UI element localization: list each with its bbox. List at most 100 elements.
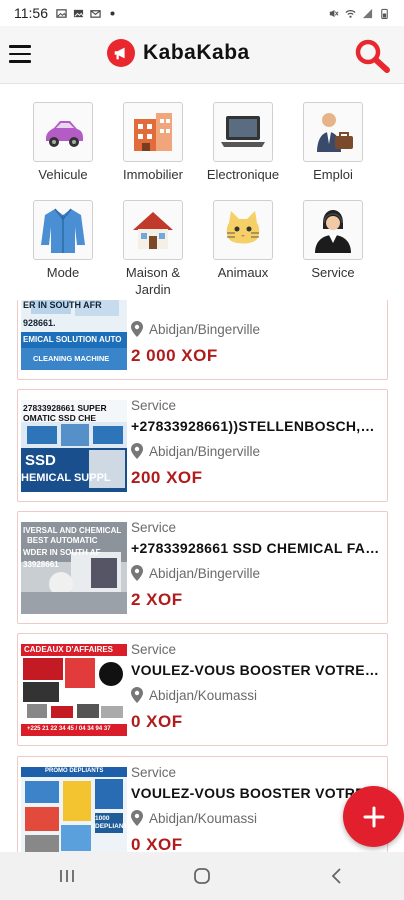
location-label: Abidjan/Koumassi [149, 687, 258, 703]
category-label: Emploi [313, 167, 353, 182]
listing-title: VOULEZ-VOUS BOOSTER VOTRE VIS... [131, 662, 381, 678]
brand: KabaKaba [107, 39, 250, 67]
listing-title: +27833928661))STELLENBOSCH,VI... [131, 418, 381, 434]
category-label: Service [311, 265, 355, 280]
back-icon [331, 868, 341, 884]
listing-card[interactable]: PROMO DEPLIANTS 1000 DEPLIANTS Service V… [17, 756, 388, 852]
location-pin-icon [131, 443, 143, 459]
category-label: Mode [46, 265, 80, 280]
plus-icon [363, 806, 384, 827]
search-icon[interactable] [352, 37, 392, 75]
listing-category: Service [131, 398, 177, 413]
mail-icon [90, 9, 101, 18]
thumb-caption: WDER IN SOUTH AF [23, 548, 101, 557]
listing-location: Abidjan/Bingerville [131, 441, 381, 461]
listing-price: 2 XOF [131, 590, 183, 609]
category-grid: Vehicule Immobilier Electronique Emploi … [0, 85, 404, 300]
image-icon [56, 8, 67, 18]
category-label: Electronique [206, 167, 280, 182]
listing-title: VOULEZ-VOUS BOOSTER VOTRE V... [131, 785, 381, 801]
app-bar: KabaKaba [0, 26, 404, 84]
thumb-caption: BEST AUTOMATIC [27, 536, 98, 545]
dot-icon [110, 10, 115, 16]
listing-card[interactable]: CADEAUX D'AFFAIRES +225 21 22 34 45 / 04… [17, 633, 388, 746]
recent-apps-button[interactable] [37, 856, 97, 896]
thumb-caption: CADEAUX D'AFFAIRES [24, 645, 114, 654]
category-animaux[interactable]: Animaux [200, 200, 286, 281]
location-label: Abidjan/Bingerville [149, 443, 261, 459]
category-label: Vehicule [38, 167, 88, 182]
battery-icon [381, 8, 388, 19]
listing-category: Service [131, 520, 177, 535]
listing-title: +27833928661 SSD CHEMICAL FAC... [131, 540, 381, 556]
listing-card[interactable]: 27833928661 SUPER OMATIC SSD CHE SSD HEM… [17, 389, 388, 502]
thumb-caption: 1000 DEPLIANTS [95, 815, 127, 830]
listing-thumbnail: ER IN SOUTH AFR 928661. EMICAL SOLUTION … [21, 300, 127, 370]
category-electronique[interactable]: Electronique [200, 102, 286, 183]
thumb-caption: ER IN SOUTH AFR [23, 300, 102, 310]
location-label: Abidjan/Bingerville [149, 321, 261, 337]
back-button[interactable] [307, 856, 367, 896]
listing-price: 0 XOF [131, 835, 183, 852]
listing-thumbnail: CADEAUX D'AFFAIRES +225 21 22 34 45 / 04… [21, 644, 127, 736]
listing-title [131, 300, 381, 316]
listing-price: 0 XOF [131, 712, 183, 731]
category-mode[interactable]: Mode [20, 200, 106, 281]
listing-card[interactable]: ER IN SOUTH AFR 928661. EMICAL SOLUTION … [17, 300, 388, 380]
location-pin-icon [131, 810, 143, 826]
briefcase-icon [303, 102, 363, 162]
megaphone-icon [107, 39, 135, 67]
category-label: Maison & Jardin [125, 265, 181, 297]
listing-price: 200 XOF [131, 468, 203, 487]
thumb-caption: 27833928661 SUPER [23, 403, 107, 413]
location-pin-icon [131, 321, 143, 337]
listing-thumbnail: PROMO DEPLIANTS 1000 DEPLIANTS [21, 767, 127, 852]
listing-category: Service [131, 642, 177, 657]
home-button[interactable] [172, 856, 232, 896]
car-icon [33, 102, 93, 162]
signal-icon [362, 8, 373, 18]
wifi-icon [345, 9, 356, 18]
listing-feed: ER IN SOUTH AFR 928661. EMICAL SOLUTION … [0, 300, 404, 852]
thumb-caption: EMICAL SOLUTION AUTO [23, 335, 122, 344]
thumb-caption: 33928661 [23, 560, 59, 569]
location-label: Abidjan/Koumassi [149, 810, 258, 826]
cat-icon [213, 200, 273, 260]
thumb-caption: 928661. [23, 318, 56, 328]
listing-thumbnail: 27833928661 SUPER OMATIC SSD CHE SSD HEM… [21, 400, 127, 492]
home-icon [194, 868, 210, 884]
category-vehicule[interactable]: Vehicule [20, 102, 106, 183]
thumb-caption: SSD [25, 452, 56, 469]
thumb-caption: HEMICAL SUPPL [21, 472, 111, 484]
listing-price: 2 000 XOF [131, 346, 218, 365]
jacket-icon [33, 200, 93, 260]
system-nav-bar [0, 852, 404, 900]
listing-category: Service [131, 765, 177, 780]
menu-icon[interactable] [9, 45, 31, 63]
image-icon [73, 9, 84, 17]
app-title: KabaKaba [143, 41, 250, 64]
thumb-caption: IVERSAL AND CHEMICAL [23, 526, 122, 535]
thumb-caption: PROMO DEPLIANTS [45, 768, 104, 774]
location-label: Abidjan/Bingerville [149, 565, 261, 581]
location-pin-icon [131, 687, 143, 703]
laptop-icon [213, 102, 273, 162]
category-immobilier[interactable]: Immobilier [110, 102, 196, 183]
listing-location: Abidjan/Koumassi [131, 685, 381, 705]
listing-thumbnail: IVERSAL AND CHEMICAL BEST AUTOMATIC WDER… [21, 522, 127, 614]
listing-card[interactable]: IVERSAL AND CHEMICAL BEST AUTOMATIC WDER… [17, 511, 388, 624]
thumb-caption: OMATIC SSD CHE [23, 413, 97, 423]
category-service[interactable]: Service [290, 200, 376, 281]
listing-location: Abidjan/Bingerville [131, 319, 381, 339]
thumb-caption: CLEANING MACHINE [33, 354, 110, 363]
building-icon [123, 102, 183, 162]
add-listing-button[interactable] [343, 786, 404, 847]
house-icon [123, 200, 183, 260]
mute-icon [329, 9, 339, 17]
recents-icon [60, 870, 75, 882]
category-emploi[interactable]: Emploi [290, 102, 376, 183]
category-maison-jardin[interactable]: Maison & Jardin [110, 200, 196, 298]
status-bar: 11:56 [0, 0, 404, 26]
category-label: Animaux [217, 265, 269, 280]
thumb-caption: +225 21 22 34 45 / 04 34 94 37 [27, 726, 111, 732]
